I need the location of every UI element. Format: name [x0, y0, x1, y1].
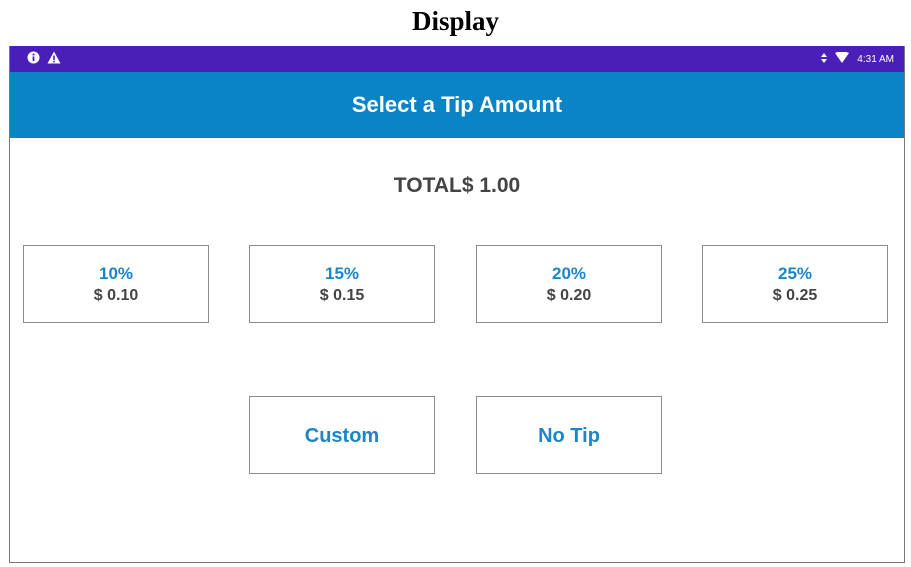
info-icon [27, 51, 40, 69]
signal-icon [821, 52, 828, 66]
display-caption: Display [411, 6, 500, 36]
status-left-icons [27, 51, 61, 69]
tip-amount: $ 0.25 [772, 287, 818, 304]
tip-percent: 25% [777, 264, 813, 283]
status-bar: 4:31 AM [10, 46, 904, 72]
warning-icon [47, 51, 61, 69]
wifi-icon [835, 51, 850, 66]
tip-amount: $ 0.20 [546, 287, 592, 304]
no-tip-button[interactable]: No Tip [476, 396, 662, 474]
app-bar: Select a Tip Amount [10, 72, 904, 138]
custom-tip-button[interactable]: Custom [249, 396, 435, 474]
tip-10-button[interactable]: 10% $ 0.10 [23, 245, 209, 323]
tip-amount: $ 0.15 [319, 287, 365, 304]
tip-25-button[interactable]: 25% $ 0.25 [702, 245, 888, 323]
tip-percent: 15% [324, 264, 360, 283]
device-screen: 4:31 AM Select a Tip Amount TOTAL$ 1.00 … [9, 46, 905, 563]
tip-percent: 10% [98, 264, 134, 283]
status-time: 4:31 AM [857, 53, 894, 65]
tip-20-button[interactable]: 20% $ 0.20 [476, 245, 662, 323]
tip-15-button[interactable]: 15% $ 0.15 [249, 245, 435, 323]
total-amount: TOTAL$ 1.00 [393, 174, 521, 197]
tip-percent: 20% [551, 264, 587, 283]
app-bar-title: Select a Tip Amount [351, 92, 563, 117]
tip-amount: $ 0.10 [93, 287, 139, 304]
status-right: 4:31 AM [821, 51, 894, 66]
